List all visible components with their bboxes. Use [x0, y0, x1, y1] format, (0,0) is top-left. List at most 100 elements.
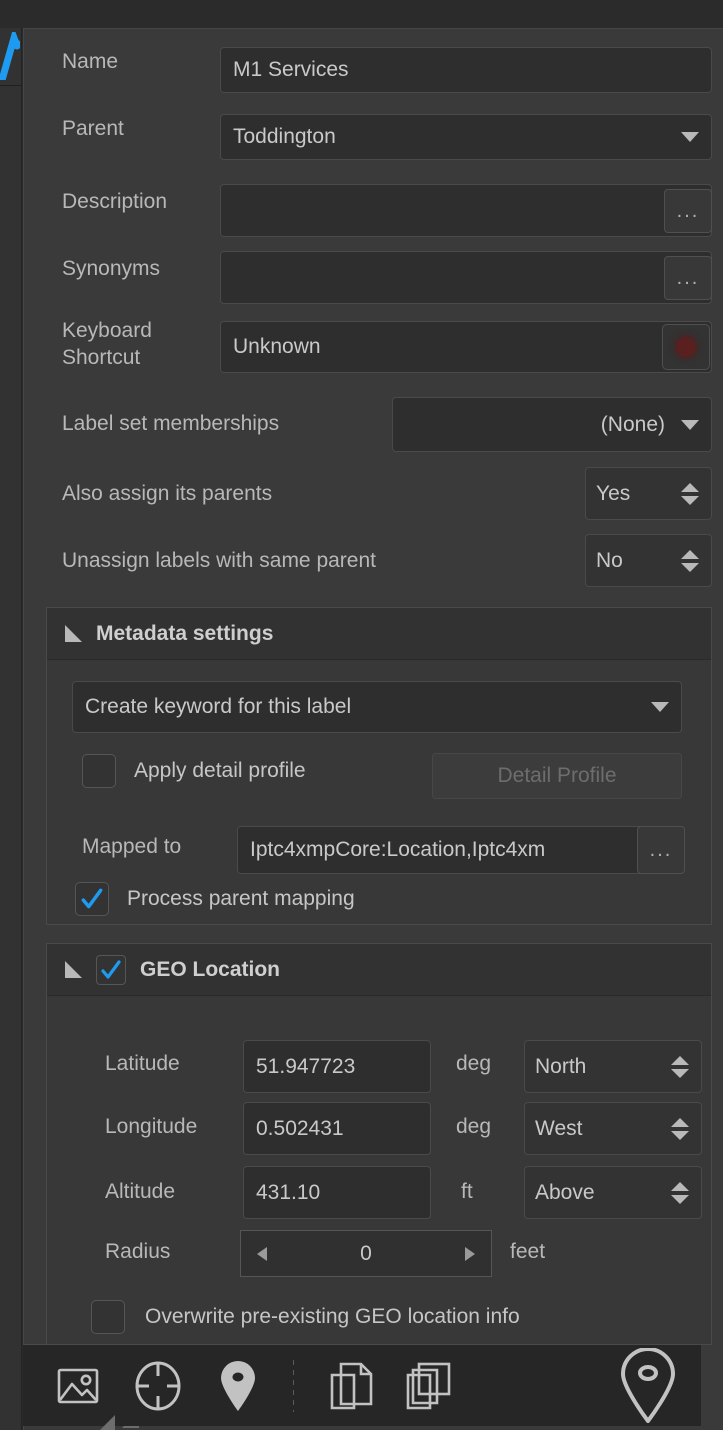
radius-label: Radius: [105, 1240, 171, 1263]
keyboard-shortcut-label-line1: Keyboard: [62, 319, 152, 342]
parent-dropdown-value: Toddington: [233, 125, 336, 148]
spinner-up-icon[interactable]: [671, 1181, 689, 1191]
mapped-to-label: Mapped to: [82, 835, 182, 858]
row-name: Name: [62, 49, 222, 75]
record-shortcut-button[interactable]: [662, 324, 710, 370]
row-description: Description: [62, 189, 222, 215]
spinner-down-icon[interactable]: [671, 1130, 689, 1140]
spinner-arrows-icon[interactable]: [671, 1055, 689, 1078]
description-input[interactable]: [220, 184, 712, 237]
collapse-triangle-icon[interactable]: [65, 961, 82, 978]
longitude-label: Longitude: [105, 1115, 198, 1138]
active-indicator-triangle-icon: [97, 1414, 115, 1430]
description-label: Description: [62, 190, 168, 213]
process-parent-mapping-checkbox[interactable]: [75, 882, 109, 916]
chevron-down-icon: [681, 132, 699, 142]
label-set-memberships-label: Label set memberships: [62, 412, 280, 435]
altitude-unit: ft: [461, 1180, 473, 1203]
synonyms-more-button[interactable]: ...: [664, 256, 712, 300]
keyboard-shortcut-input[interactable]: Unknown: [220, 321, 712, 373]
longitude-unit: deg: [456, 1115, 492, 1138]
spinner-down-icon[interactable]: [671, 1194, 689, 1204]
image-icon[interactable]: [47, 1355, 115, 1430]
left-gutter-top-strip: [0, 0, 22, 28]
check-icon: [81, 888, 103, 909]
geo-location-group: GEO Location Latitude 51.947723 deg Nort…: [46, 943, 712, 1345]
parent-dropdown[interactable]: Toddington: [220, 114, 712, 160]
name-label: Name: [62, 50, 119, 73]
label-set-memberships-value: (None): [600, 412, 665, 436]
map-pin-filled-icon[interactable]: [207, 1355, 269, 1417]
process-parent-mapping-row: Process parent mapping: [75, 882, 355, 916]
spinner-arrows-icon[interactable]: [671, 1117, 689, 1140]
row-synonyms: Synonyms: [62, 256, 222, 282]
blue-accent-sliver-icon: [0, 32, 20, 80]
copy-pages-icon[interactable]: [322, 1355, 384, 1417]
also-assign-parents-spinner[interactable]: Yes: [585, 467, 712, 520]
spinner-down-icon[interactable]: [681, 495, 699, 505]
overwrite-geo-checkbox[interactable]: [91, 1300, 125, 1334]
also-assign-parents-label: Also assign its parents: [62, 482, 273, 505]
apply-detail-profile-row: Apply detail profile: [82, 754, 306, 788]
chevron-down-icon: [651, 702, 669, 712]
overwrite-geo-row: Overwrite pre-existing GEO location info: [91, 1300, 520, 1334]
toolbar-separator: [293, 1359, 294, 1412]
longitude-input[interactable]: 0.502431: [243, 1102, 431, 1155]
label-properties-panel: Name M1 Services Parent Toddington Descr…: [23, 28, 723, 1430]
latitude-unit: deg: [456, 1052, 492, 1075]
mapped-to-more-button[interactable]: ...: [637, 826, 685, 874]
process-parent-mapping-label: Process parent mapping: [127, 887, 355, 910]
synonyms-input[interactable]: [220, 251, 712, 304]
geo-location-header[interactable]: GEO Location: [47, 944, 711, 996]
apply-detail-profile-label: Apply detail profile: [134, 759, 306, 782]
altitude-input[interactable]: 431.10: [243, 1166, 431, 1219]
spinner-up-icon[interactable]: [671, 1117, 689, 1127]
latitude-hemisphere-value: North: [535, 1054, 587, 1078]
longitude-hemisphere-spinner[interactable]: West: [524, 1102, 702, 1155]
spinner-down-icon[interactable]: [671, 1068, 689, 1078]
longitude-hemisphere-value: West: [535, 1116, 583, 1140]
keyboard-shortcut-label: Keyboard Shortcut: [62, 317, 222, 371]
apply-detail-profile-checkbox[interactable]: [82, 754, 116, 788]
description-more-button[interactable]: ...: [664, 189, 712, 233]
spinner-up-icon[interactable]: [681, 482, 699, 492]
keyword-mode-value: Create keyword for this label: [85, 695, 352, 718]
row-unassign-same-parent: Unassign labels with same parent: [62, 548, 376, 574]
spinner-up-icon[interactable]: [681, 549, 699, 559]
gutter-divider: [0, 85, 21, 86]
unassign-same-parent-label: Unassign labels with same parent: [62, 549, 376, 572]
altitude-label: Altitude: [105, 1180, 176, 1203]
chevron-down-icon: [681, 419, 699, 430]
row-also-assign-parents: Also assign its parents: [62, 481, 272, 507]
spinner-arrows-icon[interactable]: [681, 482, 699, 505]
spinner-arrows-icon[interactable]: [681, 549, 699, 572]
altitude-reference-spinner[interactable]: Above: [524, 1166, 702, 1219]
check-icon: [101, 959, 121, 979]
crosshair-target-icon[interactable]: [127, 1355, 189, 1417]
label-set-memberships-dropdown[interactable]: (None): [392, 397, 712, 452]
geo-location-title: GEO Location: [140, 957, 281, 981]
copy-layers-icon[interactable]: [398, 1355, 460, 1417]
parent-label: Parent: [62, 117, 124, 140]
map-pin-outline-icon[interactable]: [613, 1347, 683, 1424]
also-assign-parents-value: Yes: [596, 481, 631, 505]
spinner-down-icon[interactable]: [681, 562, 699, 572]
stepper-decrement-icon[interactable]: [257, 1246, 267, 1261]
mapped-to-input[interactable]: Iptc4xmpCore:Location,Iptc4xm: [237, 826, 647, 874]
collapse-triangle-icon[interactable]: [65, 625, 82, 642]
left-gutter: [0, 0, 22, 1430]
name-input[interactable]: M1 Services: [220, 47, 712, 93]
spinner-up-icon[interactable]: [671, 1055, 689, 1065]
geo-location-enable-checkbox[interactable]: [96, 954, 126, 985]
spinner-arrows-icon[interactable]: [671, 1181, 689, 1204]
metadata-settings-header[interactable]: Metadata settings: [47, 608, 711, 660]
unassign-same-parent-spinner[interactable]: No: [585, 534, 712, 587]
synonyms-label: Synonyms: [62, 257, 161, 280]
metadata-settings-title: Metadata settings: [96, 621, 274, 645]
latitude-hemisphere-spinner[interactable]: North: [524, 1040, 702, 1093]
keyword-mode-dropdown[interactable]: Create keyword for this label: [72, 681, 682, 733]
stepper-increment-icon[interactable]: [465, 1246, 475, 1261]
unassign-same-parent-value: No: [596, 548, 623, 572]
latitude-input[interactable]: 51.947723: [243, 1040, 431, 1093]
radius-stepper[interactable]: 0: [240, 1230, 492, 1277]
